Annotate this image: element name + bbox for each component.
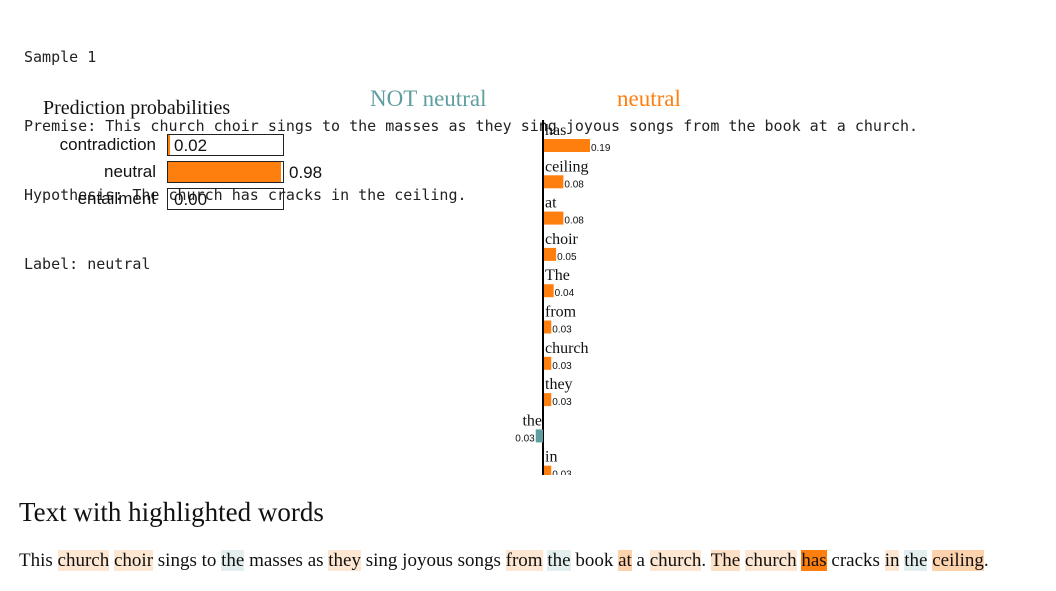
highlighted-word: a [636,550,645,571]
highlighted-word: The [710,550,741,571]
highlighted-word: has [801,550,827,571]
weight-word-label: from [545,304,577,321]
weight-row-7: they 0.03 [544,376,573,408]
weight-value-label: 0.03 [515,433,535,444]
highlighted-word: masses [249,550,303,571]
prob-bar: 0.02 [167,134,284,156]
weight-value-label: 0.08 [564,216,584,227]
weight-row-3: choir 0.05 [544,231,579,263]
weight-bar [544,465,552,475]
weight-word-label: has [545,122,566,139]
weight-bar [544,139,590,152]
prob-bar-fill [168,135,171,155]
highlighted-word: cracks [831,550,880,571]
highlighted-word: at [618,550,632,571]
highlighted-word: This [19,550,53,571]
highlighted-word: sing [365,550,398,571]
weight-word-label: they [545,376,573,393]
highlighted-word: from [505,550,543,571]
weight-word-label: church [545,340,589,357]
weight-bar [544,175,564,189]
negative-class-label: NOT neutral [370,86,487,111]
label-text: Label: neutral [24,255,151,273]
weight-word-label: the [522,412,542,429]
weight-bar [544,247,557,261]
highlighted-word: they [328,550,361,571]
weight-row-8: the 0.03 [515,412,543,444]
weight-bar [535,429,543,443]
weight-row-2: at 0.08 [544,195,584,227]
weight-value-label: 0.08 [564,179,584,190]
prob-row-contradiction: contradiction 0.02 [0,134,340,156]
highlighted-word: ceiling [932,550,984,571]
weight-value-label: 0.03 [552,397,572,408]
prob-value: 0.00 [174,190,208,209]
weight-bar [544,356,552,370]
word-weights-chart: has 0.19ceiling 0.08 at 0.08 choir 0.05 The 0.04… [515,120,611,475]
highlighted-word: songs [457,550,501,571]
highlighted-word: as [307,550,324,571]
highlighted-word: church [649,550,702,571]
prob-value: 0.02 [174,136,208,155]
weight-word-label: The [545,267,570,284]
weight-row-1: ceiling 0.08 [544,158,589,190]
highlighted-word: church [57,550,110,571]
weight-row-6: church 0.03 [544,340,589,372]
highlighted-word: church [744,550,797,571]
weight-value-label: 0.05 [557,252,577,263]
weight-bar [544,393,552,407]
highlighted-word: to [201,550,217,571]
weight-word-label: in [545,449,557,466]
positive-class-label: neutral [617,86,681,111]
weight-row-9: in 0.03 [544,449,572,475]
weight-row-0: has 0.19 [544,122,611,154]
weight-value-label: 0.04 [555,288,575,299]
highlighted-text: This church choir sings to the masses as… [19,550,989,571]
prob-label: entailment [77,189,156,208]
weight-word-label: at [545,195,557,212]
weight-row-5: from 0.03 [544,304,577,336]
prob-row-neutral: neutral 0.98 [0,161,340,183]
prob-value: 0.98 [289,163,323,182]
prob-label: contradiction [59,135,156,154]
highlighted-word: in [884,550,900,571]
weight-row-4: The 0.04 [544,267,575,299]
highlighted-word: the [904,550,928,571]
prob-bar-fill [168,162,281,182]
weight-value-label: 0.19 [591,143,611,154]
weight-bar [544,284,554,298]
highlighted-word: choir [113,550,154,571]
prob-bar: 0.00 [167,188,284,210]
highlighted-word: the [221,550,245,571]
weight-word-label: choir [545,231,579,248]
prob-row-entailment: entailment 0.00 [0,188,340,210]
prediction-probabilities-title: Prediction probabilities [43,97,231,119]
weight-bar [544,320,552,334]
weight-word-label: ceiling [545,158,589,175]
highlighted-text-title: Text with highlighted words [19,497,324,527]
weight-bar [544,211,564,225]
highlighted-word: book [575,550,614,571]
weight-value-label: 0.03 [552,470,572,475]
highlighted-word: joyous [402,550,453,571]
weight-value-label: 0.03 [552,325,572,336]
prob-bar [167,161,284,183]
highlighted-word: the [547,550,571,571]
weight-value-label: 0.03 [552,361,572,372]
sample-title: Sample 1 [24,48,97,66]
highlighted-word: sings [157,550,197,571]
prob-label: neutral [104,162,156,181]
